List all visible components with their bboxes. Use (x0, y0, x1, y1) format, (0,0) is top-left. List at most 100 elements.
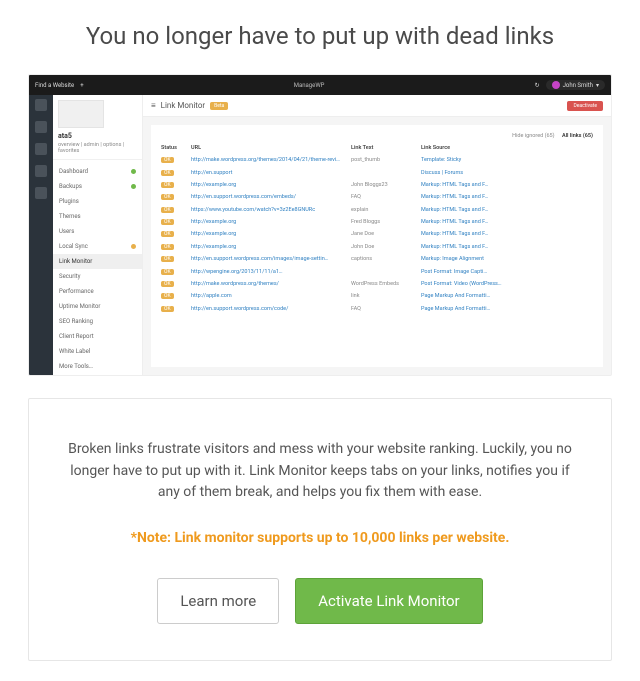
cell-linktext (351, 170, 421, 176)
cell-url[interactable]: http://wpengine.org/2013/11/11/a1… (191, 269, 351, 275)
status-badge: OK (161, 194, 174, 200)
status-badge: OK (161, 269, 174, 275)
status-badge: OK (161, 306, 174, 312)
sidebar-item[interactable]: Client Report (53, 329, 142, 344)
sidebar-item[interactable]: Link Monitor (53, 254, 142, 269)
cell-linktext: explain (351, 207, 421, 213)
site-card: ata5 overview | admin | options | favori… (53, 95, 142, 160)
cell-source[interactable]: Markup: HTML Tags and F… (421, 219, 593, 225)
cell-source[interactable]: Page Markup And Formatti… (421, 293, 593, 299)
cell-url[interactable]: http://make.wordpress.org/themes/ (191, 281, 351, 287)
filter-all[interactable]: All links (65) (562, 133, 593, 139)
status-badge: OK (161, 281, 174, 287)
sidebar-item[interactable]: More Tools… (53, 359, 142, 374)
panel-title: Link Monitor (161, 101, 205, 110)
rail-icon[interactable] (35, 121, 47, 133)
links-card: Hide ignored (65) All links (65) Status … (151, 125, 603, 367)
col-url: URL (191, 145, 351, 151)
cell-url[interactable]: http://apple.com (191, 293, 351, 299)
cell-source[interactable]: Markup: HTML Tags and F… (421, 231, 593, 237)
rail-icon[interactable] (35, 143, 47, 155)
cell-source[interactable]: Markup: HTML Tags and F… (421, 207, 593, 213)
cell-url[interactable]: https://www.youtube.com/watch?v=3z2Ee8GN… (191, 207, 351, 213)
sidebar-item[interactable]: Backups (53, 179, 142, 194)
status-badge: OK (161, 219, 174, 225)
cell-url[interactable]: http://en.support.wordpress.com/code/ (191, 306, 351, 312)
table-row: OKhttp://en.support.wordpress.com/code/F… (161, 303, 593, 315)
cell-linktext: John Bloggs23 (351, 182, 421, 188)
sidebar-item[interactable]: Uptime Monitor (53, 299, 142, 314)
table-row: OKhttp://make.wordpress.org/themes/2014/… (161, 154, 593, 166)
user-pill[interactable]: John Smith ▾ (546, 80, 605, 90)
cell-source[interactable]: Template: Sticky (421, 157, 593, 163)
cell-source[interactable]: Post Format: Image Capti… (421, 269, 593, 275)
table-row: OKhttp://example.orgJohn DoeMarkup: HTML… (161, 241, 593, 253)
app-topbar: Find a Website + ManageWP ↻ John Smith ▾ (29, 75, 611, 95)
cell-url[interactable]: http://example.org (191, 219, 351, 225)
cell-url[interactable]: http://en.support.wordpress.com/images/i… (191, 256, 351, 262)
table-row: OK http://make.wordpress.org/themes/WordP… (161, 278, 593, 290)
site-name: ata5 (58, 132, 137, 140)
cell-linktext: post_thumb (351, 157, 421, 163)
cell-url[interactable]: http://example.org (191, 244, 351, 250)
sidebar-item[interactable]: Users (53, 224, 142, 239)
cell-linktext: WordPress Embeds (351, 281, 421, 287)
col-linktext: Link Text (351, 145, 421, 151)
table-row: OKhttps://www.youtube.com/watch?v=3z2Ee8… (161, 204, 593, 216)
activate-link-monitor-button[interactable]: Activate Link Monitor (295, 578, 482, 624)
cell-linktext: captions (351, 256, 421, 262)
table-row: OK http://example.orgFred BloggsMarkup: H… (161, 216, 593, 228)
sidebar-item-label: Link Monitor (59, 258, 92, 265)
brand-label: ManageWP (90, 82, 529, 89)
cell-url[interactable]: http://example.org (191, 182, 351, 188)
sidebar-item-label: Backups (59, 183, 82, 190)
table-row: OKhttp://apple.comlinkPage Markup And Fo… (161, 290, 593, 302)
sidebar-item-label: Themes (59, 213, 81, 220)
sidebar: ata5 overview | admin | options | favori… (53, 95, 143, 375)
status-dot-icon (131, 169, 136, 174)
sidebar-item[interactable]: Dashboard (53, 164, 142, 179)
cell-source[interactable]: Post Format: Video (WordPress… (421, 281, 593, 287)
site-thumbnail (58, 100, 104, 128)
table-row: OK http://en.support.wordpress.com/embeds… (161, 191, 593, 203)
sidebar-item[interactable]: Themes (53, 209, 142, 224)
sidebar-item-label: White Label (59, 348, 90, 355)
cell-linktext: FAQ (351, 194, 421, 200)
rail-icon[interactable] (35, 165, 47, 177)
sidebar-item[interactable]: Local Sync (53, 239, 142, 254)
rail-nav (29, 95, 53, 375)
cell-source[interactable]: Markup: HTML Tags and F… (421, 182, 593, 188)
sidebar-item[interactable]: Performance (53, 284, 142, 299)
status-badge: OK (161, 293, 174, 299)
status-badge: OK (161, 244, 174, 250)
sidebar-item-label: Plugins (59, 198, 79, 205)
cell-source[interactable]: Markup: Image Alignment (421, 256, 593, 262)
cell-linktext: Fred Bloggs (351, 219, 421, 225)
panel-header: ≡ Link Monitor Beta Deactivate (143, 95, 611, 117)
sidebar-item[interactable]: Security (53, 269, 142, 284)
sidebar-item[interactable]: SEO Ranking (53, 314, 142, 329)
deactivate-button[interactable]: Deactivate (567, 101, 603, 111)
cell-url[interactable]: http://make.wordpress.org/themes/2014/04… (191, 157, 351, 163)
sidebar-item-label: Dashboard (59, 168, 88, 175)
cell-source[interactable]: Markup: HTML Tags and F… (421, 194, 593, 200)
cell-url[interactable]: http://example.org (191, 231, 351, 237)
table-row: OK http://en.support.wordpress.com/images… (161, 253, 593, 265)
rail-icon[interactable] (35, 187, 47, 199)
table-row: OK http://wpengine.org/2013/11/11/a1… Post… (161, 265, 593, 277)
sidebar-item-label: Client Report (59, 333, 94, 340)
status-badge: OK (161, 256, 174, 262)
filter-hidden[interactable]: Hide ignored (65) (512, 133, 554, 139)
cell-source[interactable]: Discuss | Forums (421, 170, 593, 176)
cell-url[interactable]: http://en.support (191, 170, 351, 176)
cell-url[interactable]: http://en.support.wordpress.com/embeds/ (191, 194, 351, 200)
sidebar-item[interactable]: White Label (53, 344, 142, 359)
cell-linktext: Jane Doe (351, 231, 421, 237)
table-header: Status URL Link Text Link Source (161, 145, 593, 154)
cell-source[interactable]: Markup: HTML Tags and F… (421, 244, 593, 250)
sidebar-item[interactable]: Plugins (53, 194, 142, 209)
links-table: Status URL Link Text Link Source OKhttp:… (161, 145, 593, 315)
rail-icon[interactable] (35, 99, 47, 111)
cell-source[interactable]: Page Markup And Formatti… (421, 306, 593, 312)
learn-more-button[interactable]: Learn more (157, 578, 279, 624)
